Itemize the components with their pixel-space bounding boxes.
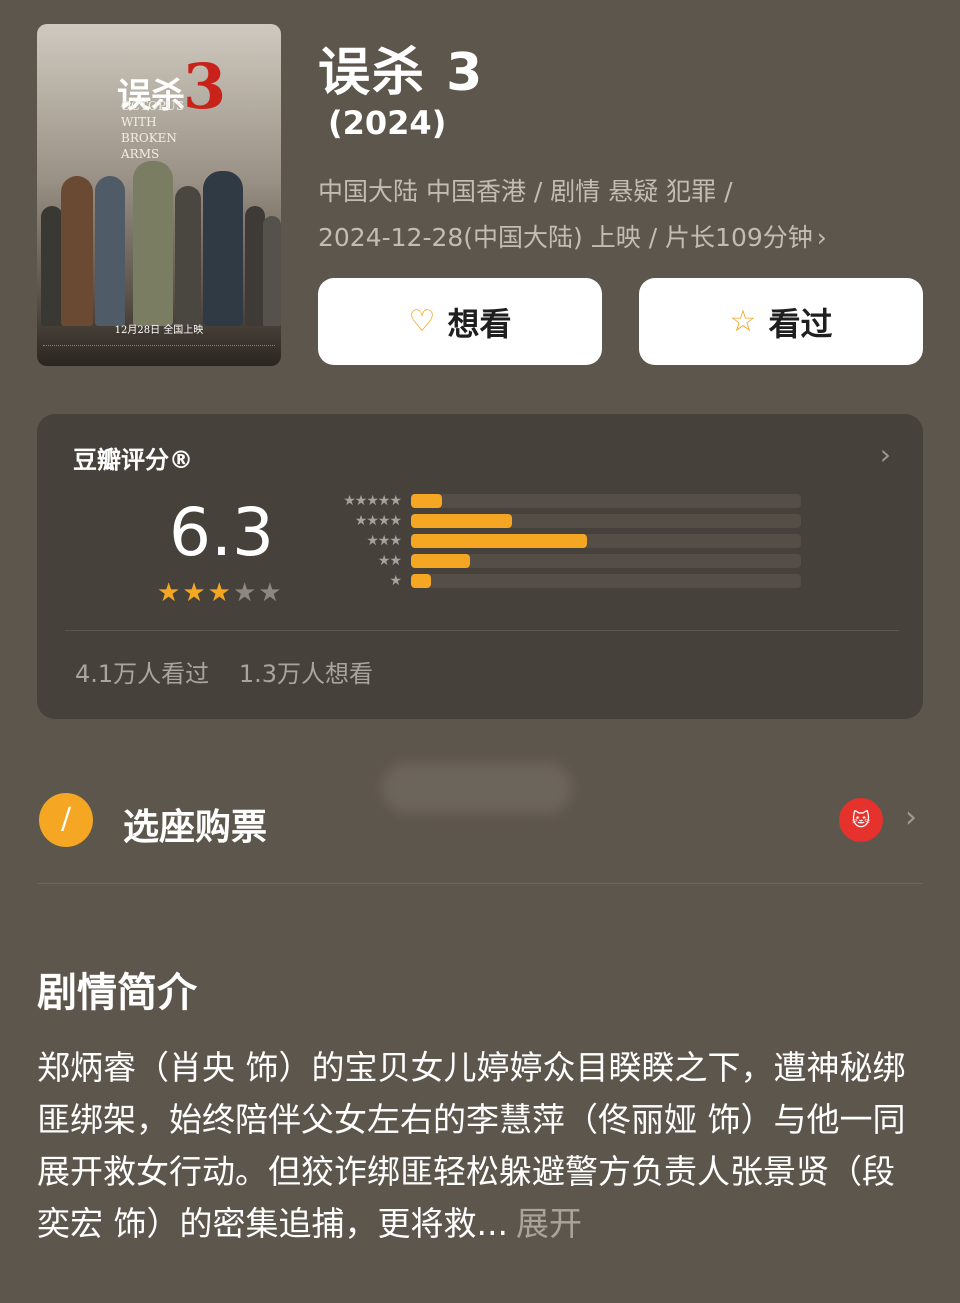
chevron-right-icon: › <box>816 223 827 252</box>
watched-count: 4.1万人看过 <box>75 660 210 688</box>
douban-rating-card[interactable]: 豆瓣评分® › 6.3 ★★★★★ ★★★★★ ★★★★ ★★★ ★★ ★ 4.1万人看… <box>37 414 923 719</box>
movie-meta-line1: 中国大陆 中国香港 / 剧情 悬疑 犯罪 / <box>318 177 733 206</box>
rating-bar-row: ★★★★★ <box>307 493 801 509</box>
rating-bar-fill <box>411 574 431 588</box>
expand-link[interactable]: 展开 <box>516 1204 582 1243</box>
rating-bar-fill <box>411 514 512 528</box>
chevron-right-icon: › <box>905 800 917 835</box>
wants-count: 1.3万人想看 <box>238 660 373 688</box>
synopsis-text: 郑炳睿（肖央 饰）的宝贝女儿婷婷众目睽睽之下，遭神秘绑匪绑架，始终陪伴父女左右的… <box>37 1042 927 1250</box>
watched-button[interactable]: ☆ 看过 <box>639 278 923 365</box>
rating-distribution: ★★★★★ ★★★★ ★★★ ★★ ★ <box>307 493 807 594</box>
rating-bar-fill <box>411 534 587 548</box>
want-to-watch-label: 想看 <box>447 304 512 343</box>
rating-bar-track <box>411 574 801 588</box>
chevron-right-icon[interactable]: › <box>880 438 891 471</box>
star-empty-icon: ★ <box>258 578 284 608</box>
poster-credits <box>43 345 275 356</box>
star-filled-icon: ★ <box>207 578 233 608</box>
rating-bar-stars: ★★ <box>377 553 402 569</box>
star-filled-icon: ★ <box>157 578 183 608</box>
rating-bar-row: ★★★★ <box>307 513 801 529</box>
movie-title: 误杀 3 <box>318 43 485 103</box>
ticket-icon: ⧸ <box>39 793 93 847</box>
divider <box>65 630 899 631</box>
star-outline-icon: ☆ <box>729 304 757 339</box>
rating-counts: 4.1万人看过 1.3万人想看 <box>75 654 395 689</box>
movie-poster[interactable]: 误杀 3 OCTOPUS WITH BROKEN ARMS 12月28日 全国上… <box>37 24 281 366</box>
rating-bar-stars: ★★★ <box>366 533 402 549</box>
rating-bar-fill <box>411 554 470 568</box>
star-filled-icon: ★ <box>182 578 208 608</box>
rating-label: 豆瓣评分® <box>73 446 193 474</box>
watched-label: 看过 <box>768 304 833 343</box>
poster-cast-figures <box>37 156 281 326</box>
rating-bar-row: ★★★ <box>307 533 801 549</box>
rating-bar-row: ★★ <box>307 553 801 569</box>
buy-tickets-row[interactable]: ⧸ 选座购票 🐱 › <box>37 790 923 850</box>
rating-bar-stars: ★★★★★ <box>343 493 402 509</box>
movie-meta-line2[interactable]: 2024-12-28(中国大陆) 上映 / 片长109分钟 › <box>318 218 827 254</box>
synopsis-title: 剧情简介 <box>37 970 197 1016</box>
buy-tickets-label: 选座购票 <box>123 807 268 848</box>
rating-stars: ★★★★★ <box>157 578 284 608</box>
rating-bar-stars: ★ <box>389 573 402 589</box>
rating-bar-fill <box>411 494 442 508</box>
rating-bar-track <box>411 494 801 508</box>
divider <box>37 883 923 884</box>
star-empty-icon: ★ <box>232 578 259 608</box>
rating-score: 6.3 <box>169 494 274 571</box>
poster-release-text: 12月28日 全国上映 <box>114 325 204 336</box>
heart-plus-icon: ♡ <box>408 304 436 339</box>
poster-english-title: OCTOPUS WITH BROKEN ARMS <box>121 99 185 161</box>
rating-bar-stars: ★★★★ <box>354 513 402 529</box>
movie-year: (2024) <box>328 104 447 142</box>
maoyan-cat-logo-icon: 🐱 <box>839 798 883 842</box>
synopsis-body: 郑炳睿（肖央 饰）的宝贝女儿婷婷众目睽睽之下，遭神秘绑匪绑架，始终陪伴父女左右的… <box>37 1048 906 1243</box>
want-to-watch-button[interactable]: ♡ 想看 <box>318 278 602 365</box>
rating-bar-row: ★ <box>307 573 801 589</box>
movie-meta-line2-text: 2024-12-28(中国大陆) 上映 / 片长109分钟 <box>318 223 813 252</box>
